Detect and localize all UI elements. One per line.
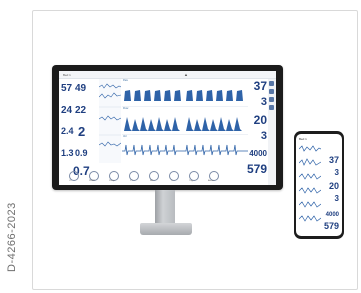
document-id-label: D-4266-2023 — [6, 202, 18, 272]
phone-value-5: 4000 — [325, 212, 339, 218]
menu-icon[interactable] — [269, 81, 274, 86]
control-label-2: PEEP — [89, 180, 95, 182]
right-value-3: 20 — [253, 113, 267, 127]
left-values-panel: 57 49 24 22 2.4 2 1.3 0.9 0.7 — [61, 79, 99, 185]
control-label-3: Pinsp — [109, 180, 115, 182]
monitor-stand-base — [140, 223, 192, 235]
control-label-5: RR — [150, 180, 154, 182]
wave-label-flow: Flow — [123, 107, 129, 110]
flow-wave — [122, 117, 248, 131]
desktop-monitor: Bed 1 ▲ 57 49 24 22 2.4 2 1.3 0.9 0.7 Pa… — [52, 65, 283, 190]
value-2: 49 — [75, 83, 87, 94]
value-5: 2.4 — [61, 126, 74, 136]
phone-value-1: 37 — [328, 155, 339, 165]
alarm-icon[interactable] — [269, 97, 274, 102]
waveform-svg — [122, 90, 248, 156]
right-values-panel: 37 3 20 3 4000 579 — [246, 79, 268, 185]
lock-icon[interactable] — [269, 105, 274, 110]
phone-value-3: 20 — [328, 181, 339, 191]
waveform-area: Paw Flow Vol — [122, 79, 248, 164]
value-3: 24 — [61, 105, 73, 116]
monitor-topbar: Bed 1 ▲ — [59, 71, 276, 79]
right-value-6: 579 — [246, 162, 267, 176]
value-6: 2 — [78, 124, 86, 139]
monitor-stand-neck — [155, 190, 175, 223]
phone-value-6: 579 — [323, 221, 339, 231]
phone-screen: Bed 1 37 3 20 3 4000 579 — [296, 134, 342, 236]
phone-title: Bed 1 — [299, 137, 307, 141]
smartphone: Bed 1 37 3 20 3 4000 579 — [294, 131, 344, 239]
monitor-screen: Bed 1 ▲ 57 49 24 22 2.4 2 1.3 0.9 0.7 Pa… — [59, 71, 276, 185]
monitor-title: Bed 1 — [63, 73, 71, 77]
right-value-4: 3 — [260, 130, 267, 142]
trend-column — [99, 79, 121, 163]
bottom-controls: O₂ PEEP Pinsp VT RR Ti Trig Alarm — [61, 171, 247, 183]
control-label-7: Trig — [189, 180, 193, 182]
wave-label-vol: Vol — [123, 135, 127, 138]
right-value-1: 37 — [253, 79, 267, 93]
phone-value-2: 3 — [334, 168, 339, 177]
right-value-2: 3 — [260, 96, 267, 108]
right-value-5: 4000 — [249, 149, 267, 158]
pressure-wave — [122, 90, 248, 101]
value-4: 22 — [75, 105, 87, 116]
settings-icon[interactable] — [269, 89, 274, 94]
phone-waveforms — [299, 145, 321, 222]
volume-wave — [122, 144, 248, 156]
value-1: 57 — [61, 83, 73, 94]
wave-label-paw: Paw — [123, 79, 128, 82]
value-8: 0.9 — [75, 148, 88, 158]
monitor-topbar-indicator: ▲ — [184, 72, 188, 77]
control-label-1: O₂ — [69, 180, 72, 182]
side-icon-bar — [268, 79, 276, 185]
control-label-6: Ti — [171, 180, 173, 182]
value-7: 1.3 — [61, 148, 74, 158]
control-label-8: Alarm — [208, 180, 214, 182]
phone-value-4: 3 — [334, 194, 339, 203]
control-label-4: VT — [130, 180, 133, 182]
